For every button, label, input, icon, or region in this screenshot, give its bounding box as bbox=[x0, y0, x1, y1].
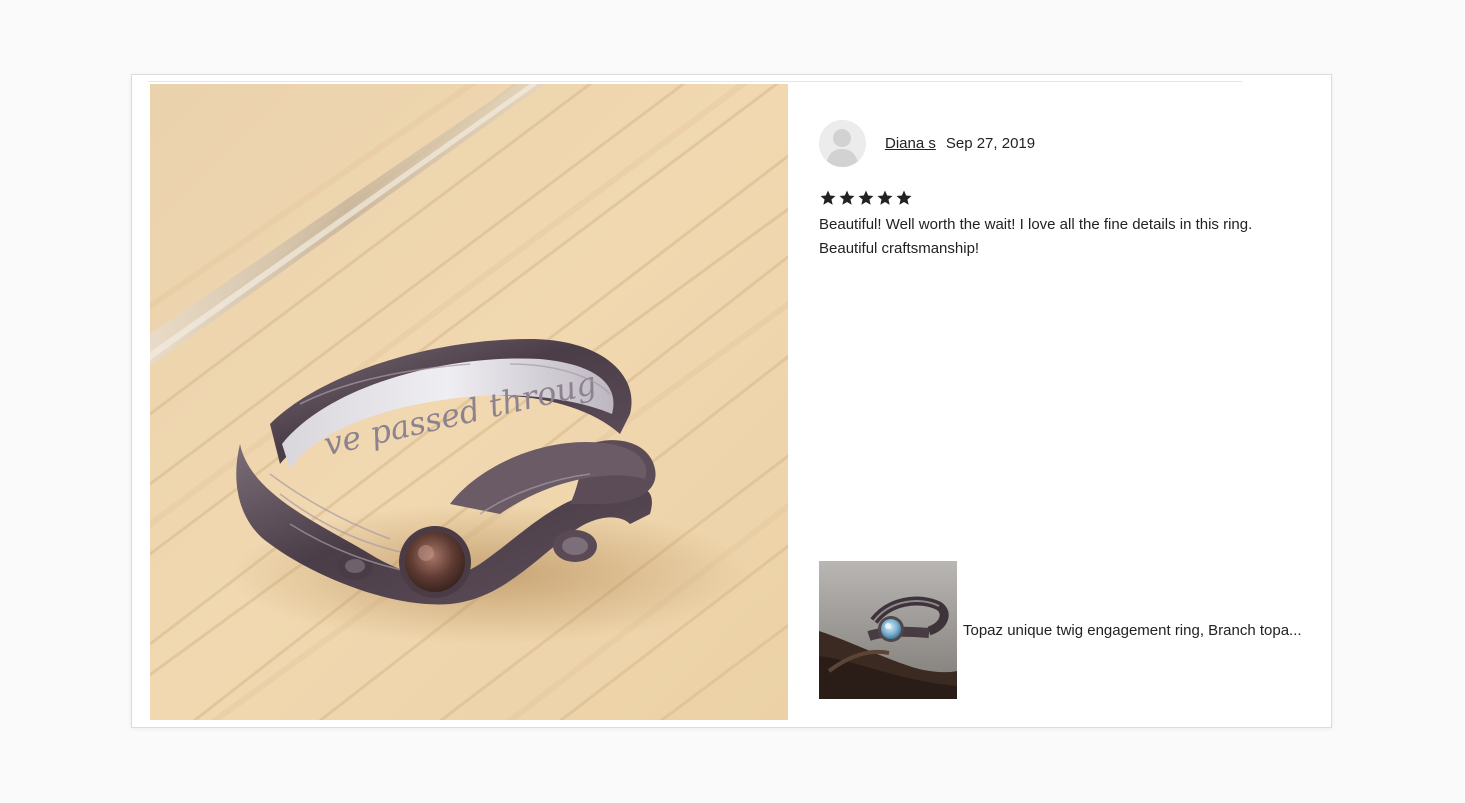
review-text: Beautiful! Well worth the wait! I love a… bbox=[819, 216, 1253, 257]
star-filled-icon bbox=[877, 190, 893, 205]
purchased-item-link[interactable]: Topaz unique twig engagement ring, Branc… bbox=[819, 561, 1313, 699]
star-filled-icon bbox=[858, 190, 874, 205]
review-photo: ve passed throug bbox=[150, 84, 788, 720]
reviewer-name-link[interactable]: Diana s bbox=[885, 135, 936, 152]
reviewer-row: Diana s Sep 27, 2019 bbox=[819, 119, 1319, 167]
review-date: Sep 27, 2019 bbox=[945, 134, 1036, 152]
review-panel: Diana s Sep 27, 2019 Beautiful! Well wor… bbox=[819, 119, 1319, 261]
modal-divider bbox=[148, 81, 1242, 82]
item-thumbnail[interactable] bbox=[819, 561, 957, 699]
star-filled-icon bbox=[896, 190, 912, 205]
star-rating bbox=[819, 187, 1319, 209]
item-title[interactable]: Topaz unique twig engagement ring, Branc… bbox=[963, 622, 1313, 639]
star-filled-icon bbox=[820, 190, 836, 205]
review-photo-modal: ve passed throug Diana s Sep 27, 2019 Be… bbox=[131, 74, 1332, 728]
star-filled-icon bbox=[839, 190, 855, 205]
person-silhouette-icon bbox=[819, 119, 866, 167]
